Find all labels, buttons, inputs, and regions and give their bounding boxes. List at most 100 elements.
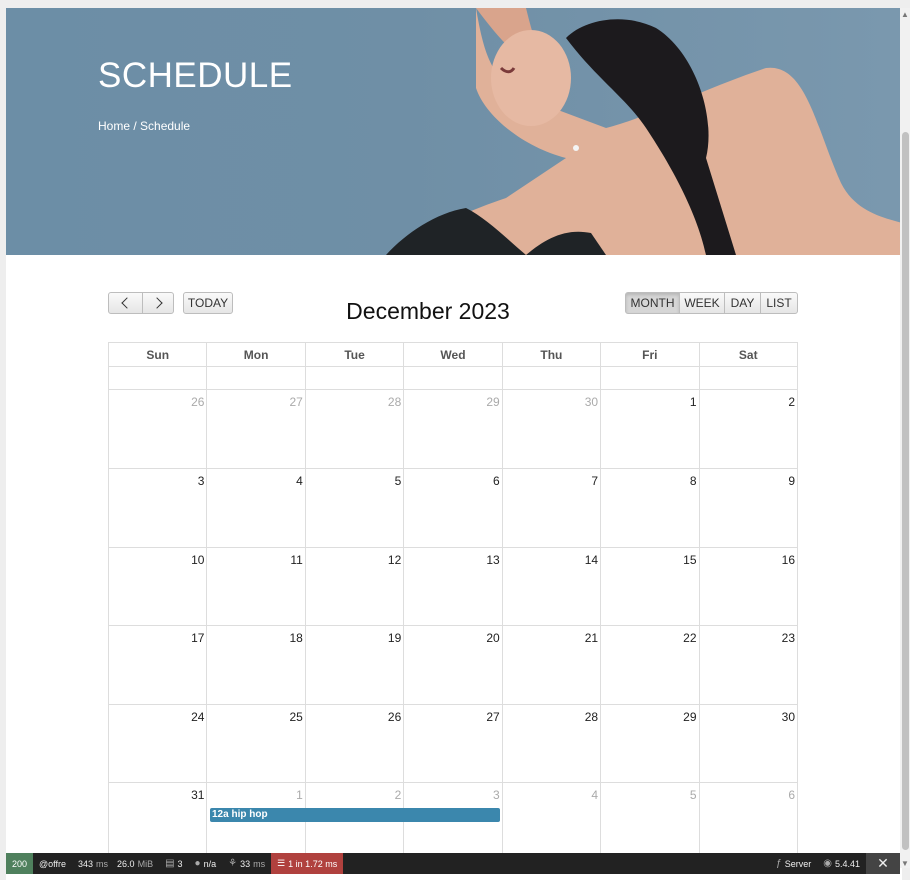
- day-cell[interactable]: 26: [304, 704, 405, 783]
- day-cell[interactable]: 21: [501, 625, 602, 705]
- browser-viewport: SCHEDULE Home / Schedule TODAY December …: [6, 8, 902, 880]
- weekday-header: Fri: [600, 342, 700, 367]
- day-cell[interactable]: 28: [304, 389, 405, 469]
- week-row: 10 11 12 13 14 15 16: [107, 547, 799, 626]
- day-cell[interactable]: 24: [107, 704, 208, 783]
- day-cell[interactable]: 13: [403, 547, 503, 626]
- day-cell[interactable]: 30: [501, 389, 602, 469]
- day-cell[interactable]: 4: [501, 782, 602, 862]
- day-cell[interactable]: 8: [600, 468, 700, 548]
- day-cell[interactable]: 22: [600, 625, 700, 705]
- symfony-icon: ◉: [823, 858, 832, 869]
- breadcrumb[interactable]: Home / Schedule: [98, 119, 190, 133]
- next-month-button[interactable]: [142, 292, 174, 314]
- month-view-button[interactable]: MONTH: [625, 292, 680, 314]
- user-item[interactable]: ● n/a: [189, 853, 223, 874]
- day-number: 27: [289, 395, 303, 409]
- day-cell[interactable]: 3: [403, 782, 503, 862]
- close-icon[interactable]: ✕: [866, 853, 900, 874]
- day-cell[interactable]: 19: [304, 625, 405, 705]
- memory-unit: MiB: [137, 858, 154, 869]
- version-item[interactable]: ◉ 5.4.41: [817, 853, 866, 874]
- server-item[interactable]: ƒ Server: [770, 853, 817, 874]
- day-number: 6: [788, 788, 795, 802]
- list-view-button[interactable]: LIST: [760, 292, 798, 314]
- day-cell[interactable]: 26: [107, 389, 208, 469]
- day-number: 6: [493, 474, 500, 488]
- day-cell[interactable]: 29: [600, 704, 700, 783]
- calendar-event[interactable]: 12a hip hop: [210, 808, 500, 822]
- day-cell[interactable]: 5: [304, 468, 405, 548]
- day-cell[interactable]: 15: [600, 547, 700, 626]
- day-cell[interactable]: 30: [698, 704, 799, 783]
- route-item[interactable]: @offre: [33, 853, 72, 874]
- scroll-down-icon[interactable]: ▼: [901, 860, 909, 868]
- day-number: 8: [689, 474, 697, 488]
- day-cell[interactable]: 9: [698, 468, 799, 548]
- day-cell[interactable]: 29: [403, 389, 503, 469]
- day-cell[interactable]: 4: [206, 468, 306, 548]
- weekday-header-row: Sun Mon Tue Wed Thu Fri Sat: [107, 342, 799, 367]
- today-button[interactable]: TODAY: [183, 292, 233, 314]
- calendar-toolbar: TODAY December 2023 MONTH WEEK DAY LIST: [108, 292, 798, 324]
- db-item[interactable]: ☰ 1 in 1.72 ms: [271, 853, 344, 874]
- day-number: 5: [394, 474, 402, 488]
- day-number: 4: [296, 474, 303, 488]
- day-cell[interactable]: 6: [403, 468, 503, 548]
- status-badge[interactable]: 200: [6, 853, 34, 874]
- scrollbar[interactable]: ▲ ▼: [900, 8, 910, 868]
- day-number: 14: [584, 553, 599, 567]
- day-number: 30: [584, 395, 599, 409]
- week-view-button[interactable]: WEEK: [679, 292, 725, 314]
- day-number: 21: [584, 631, 599, 645]
- day-number: 18: [289, 631, 303, 645]
- day-view-button[interactable]: DAY: [724, 292, 761, 314]
- day-cell[interactable]: 5: [600, 782, 700, 862]
- day-number: 11: [290, 553, 303, 567]
- day-number: 4: [591, 788, 599, 802]
- weekday-header: Thu: [501, 342, 602, 367]
- day-number: 9: [788, 474, 795, 488]
- header-spacer-row: [107, 366, 799, 390]
- day-number: 29: [486, 395, 500, 409]
- day-cell[interactable]: 27: [206, 389, 306, 469]
- day-number: 30: [781, 710, 795, 724]
- chevron-left-icon: [121, 297, 133, 309]
- day-number: 3: [493, 788, 500, 802]
- day-number: 15: [683, 553, 697, 567]
- day-cell[interactable]: 11: [206, 547, 306, 626]
- day-cell[interactable]: 1: [206, 782, 306, 862]
- prev-month-button[interactable]: [108, 292, 143, 314]
- day-cell[interactable]: 18: [206, 625, 306, 705]
- day-number: 24: [191, 710, 205, 724]
- day-cell[interactable]: 14: [501, 547, 602, 626]
- scroll-up-icon[interactable]: ▲: [901, 11, 909, 19]
- logs-item[interactable]: ▤ 3: [159, 853, 188, 874]
- day-cell[interactable]: 16: [698, 547, 799, 626]
- day-cell[interactable]: 20: [403, 625, 503, 705]
- day-cell[interactable]: 1: [600, 389, 700, 469]
- day-cell[interactable]: 6: [698, 782, 799, 862]
- server-label: Server: [784, 858, 812, 869]
- day-cell[interactable]: 7: [501, 468, 602, 548]
- day-cell[interactable]: 17: [107, 625, 208, 705]
- day-number: 2: [394, 788, 402, 802]
- day-cell[interactable]: 28: [501, 704, 602, 783]
- day-cell[interactable]: 27: [403, 704, 503, 783]
- day-cell[interactable]: 2: [698, 389, 799, 469]
- day-cell[interactable]: 10: [107, 547, 208, 626]
- day-cell[interactable]: 25: [206, 704, 306, 783]
- day-cell[interactable]: 12: [304, 547, 405, 626]
- time-item[interactable]: 343 ms 26.0 MiB: [72, 853, 159, 874]
- day-cell[interactable]: 2: [304, 782, 405, 862]
- day-number: 16: [781, 553, 795, 567]
- day-cell[interactable]: 3: [107, 468, 208, 548]
- twig-item[interactable]: ⚘ 33 ms: [222, 853, 271, 874]
- database-icon: ☰: [277, 858, 286, 868]
- day-number: 28: [584, 710, 599, 724]
- day-number: 12: [387, 553, 402, 567]
- day-cell[interactable]: 31: [107, 782, 208, 862]
- day-cell[interactable]: 23: [698, 625, 799, 705]
- scrollbar-thumb[interactable]: [902, 132, 909, 850]
- weekday-header: Tue: [304, 342, 405, 367]
